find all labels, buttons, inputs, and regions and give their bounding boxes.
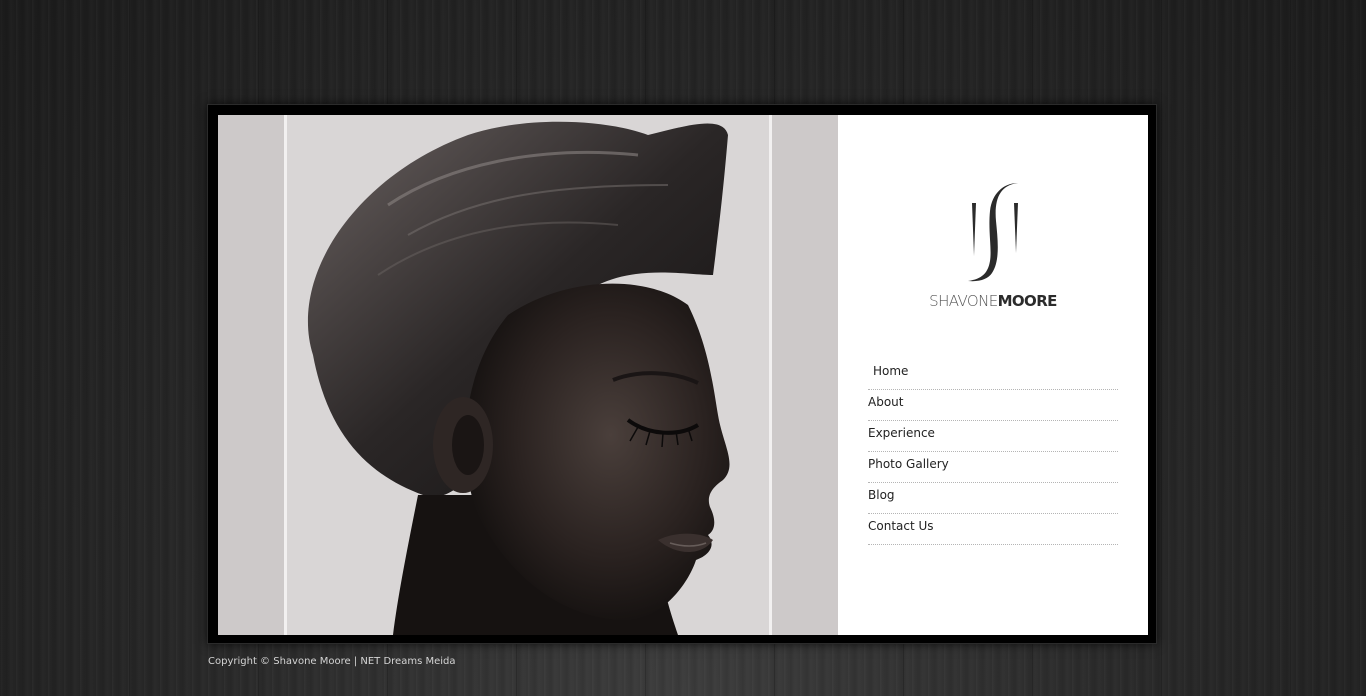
nav-link-home[interactable]: Home [873, 364, 908, 378]
nav-item-about: About [868, 390, 1118, 421]
hero-photo [218, 115, 838, 635]
site-frame: SHAVONEMOORE Home About Experience Photo… [207, 104, 1157, 644]
nav-link-about[interactable]: About [868, 395, 903, 409]
footer-copyright: Copyright © Shavone Moore | NET Dreams M… [208, 656, 456, 667]
brand-last-name: MOORE [997, 292, 1058, 310]
nav-item-experience: Experience [868, 421, 1118, 452]
brand-logo[interactable]: SHAVONEMOORE [838, 175, 1148, 315]
nav-item-contact-us: Contact Us [868, 514, 1118, 545]
brand-name: SHAVONEMOORE [838, 292, 1148, 310]
nav-item-blog: Blog [868, 483, 1118, 514]
content-panel: SHAVONEMOORE Home About Experience Photo… [218, 115, 1148, 635]
nav-link-blog[interactable]: Blog [868, 488, 895, 502]
nav-item-photo-gallery: Photo Gallery [868, 452, 1118, 483]
monogram-logo-icon [968, 183, 1018, 282]
nav-link-experience[interactable]: Experience [868, 426, 935, 440]
main-nav: Home About Experience Photo Gallery Blog… [868, 359, 1118, 545]
brand-first-name: SHAVONE [929, 292, 998, 310]
nav-link-contact-us[interactable]: Contact Us [868, 519, 934, 533]
nav-item-home: Home [868, 359, 1118, 390]
portrait-illustration [307, 121, 730, 635]
nav-link-photo-gallery[interactable]: Photo Gallery [868, 457, 949, 471]
